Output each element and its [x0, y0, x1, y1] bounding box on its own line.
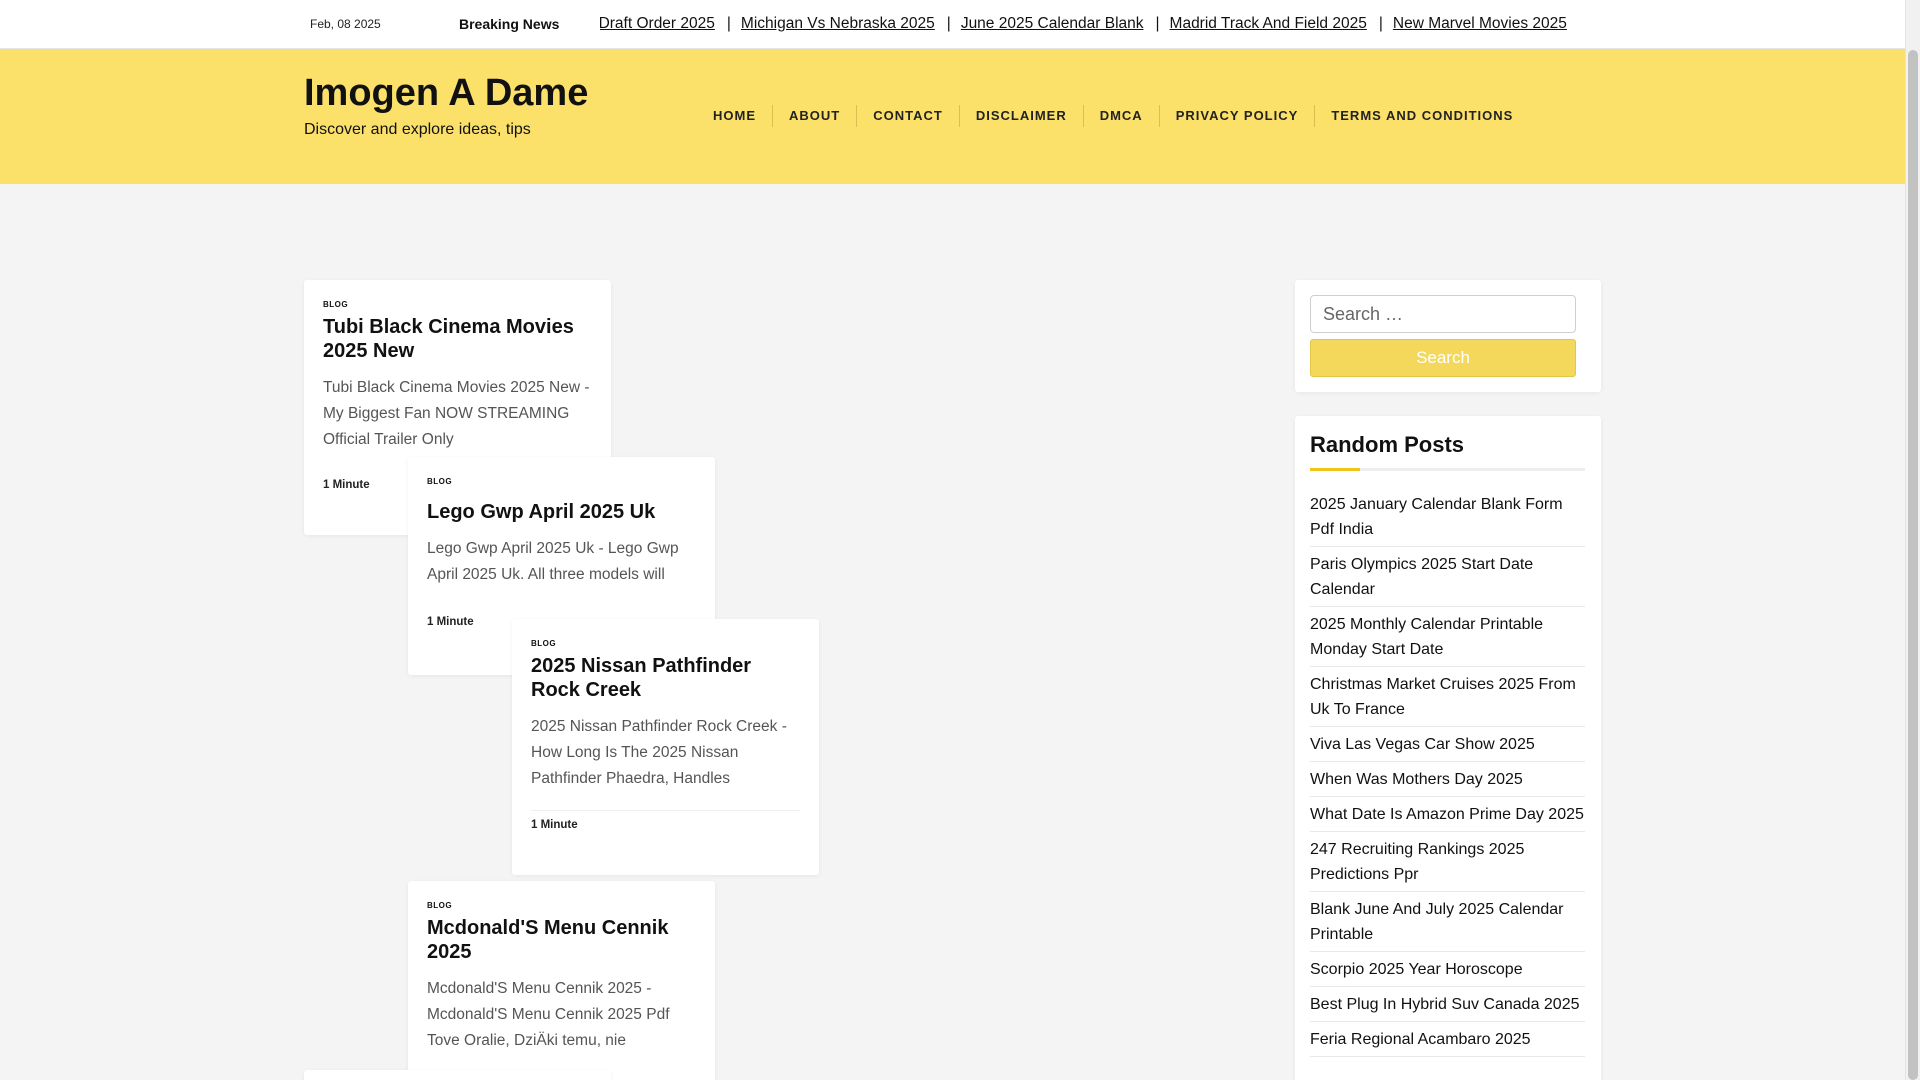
- nav-contact[interactable]: CONTACT: [857, 105, 960, 127]
- post-category[interactable]: BLOG: [323, 300, 592, 309]
- current-date: Feb, 08 2025: [310, 17, 381, 31]
- random-posts-widget: Random Posts 2025 January Calendar Blank…: [1295, 416, 1601, 1080]
- ticker-link[interactable]: Madrid Track And Field 2025: [1170, 15, 1367, 32]
- post-title[interactable]: Tubi Black Cinema Movies 2025 New: [323, 315, 592, 363]
- post-category[interactable]: BLOG: [427, 901, 696, 910]
- breaking-news-label: Breaking News: [459, 16, 560, 32]
- random-post-link[interactable]: Scorpio 2025 Year Horoscope: [1310, 956, 1585, 987]
- random-post-link[interactable]: 247 Recruiting Rankings 2025 Predictions…: [1310, 836, 1585, 892]
- top-bar: Feb, 08 2025 Breaking News 2025 Projecte…: [0, 0, 1905, 49]
- post-excerpt: Lego Gwp April 2025 Uk - Lego Gwp April …: [427, 540, 679, 583]
- nav-terms[interactable]: TERMS AND CONDITIONS: [1315, 105, 1529, 127]
- post-card: BLOG Mcdonald'S Menu Cennik 2025 Mcdonal…: [408, 881, 715, 1080]
- random-post-link[interactable]: Feria Regional Acambaro 2025: [1310, 1026, 1585, 1057]
- main-nav: HOME ABOUT CONTACT DISCLAIMER DMCA PRIVA…: [697, 105, 1529, 127]
- scrollbar-thumb[interactable]: [1908, 50, 1918, 1080]
- search-button[interactable]: Search: [1310, 339, 1576, 377]
- random-post-link[interactable]: Christmas Market Cruises 2025 From Uk To…: [1310, 671, 1585, 727]
- post-excerpt: Mcdonald'S Menu Cennik 2025 - Mcdonald'S…: [427, 980, 670, 1049]
- post-card-partial: [304, 1070, 611, 1080]
- site-header: Imogen A Dame Discover and explore ideas…: [0, 49, 1905, 184]
- post-title[interactable]: Lego Gwp April 2025 Uk: [427, 500, 696, 524]
- post-excerpt: Tubi Black Cinema Movies 2025 New - My B…: [323, 379, 590, 448]
- random-post-link[interactable]: What Date Is Amazon Prime Day 2025: [1310, 801, 1585, 832]
- ticker-link[interactable]: June 2025 Calendar Blank: [961, 15, 1144, 32]
- widget-title: Random Posts: [1310, 432, 1465, 457]
- random-post-link[interactable]: Paris Olympics 2025 Start Date Calendar: [1310, 551, 1585, 607]
- nav-dmca[interactable]: DMCA: [1084, 105, 1160, 127]
- post-title[interactable]: Mcdonald'S Menu Cennik 2025: [427, 916, 696, 964]
- nav-home[interactable]: HOME: [697, 105, 773, 127]
- ticker-link[interactable]: 2025 Projected Draft Order 2025: [600, 15, 715, 32]
- site-description: Discover and explore ideas, tips: [304, 121, 531, 138]
- post-excerpt: 2025 Nissan Pathfinder Rock Creek - How …: [531, 718, 787, 787]
- ticker-link[interactable]: New Marvel Movies 2025: [1393, 15, 1567, 32]
- post-title[interactable]: 2025 Nissan Pathfinder Rock Creek: [531, 654, 800, 702]
- nav-about[interactable]: ABOUT: [773, 105, 858, 127]
- random-post-link[interactable]: Best Plug In Hybrid Suv Canada 2025: [1310, 991, 1585, 1022]
- random-post-link[interactable]: 2025 Monthly Calendar Printable Monday S…: [1310, 611, 1585, 667]
- site-title[interactable]: Imogen A Dame: [304, 72, 588, 115]
- random-posts-list: 2025 January Calendar Blank Form Pdf Ind…: [1310, 491, 1585, 1061]
- post-read-time: 1 Minute: [531, 819, 578, 831]
- post-category[interactable]: BLOG: [531, 639, 800, 648]
- random-post-link[interactable]: When Was Mothers Day 2025: [1310, 766, 1585, 797]
- random-post-link[interactable]: Viva Las Vegas Car Show 2025: [1310, 731, 1585, 762]
- random-post-link[interactable]: 2025 January Calendar Blank Form Pdf Ind…: [1310, 491, 1585, 547]
- random-post-link[interactable]: Blank June And July 2025 Calendar Printa…: [1310, 896, 1585, 952]
- post-card: BLOG 2025 Nissan Pathfinder Rock Creek 2…: [512, 619, 819, 875]
- search-widget: Search … Search: [1295, 280, 1601, 392]
- nav-disclaimer[interactable]: DISCLAIMER: [960, 105, 1084, 127]
- post-category[interactable]: BLOG: [427, 477, 696, 486]
- widget-title-underline: [1310, 468, 1585, 471]
- nav-privacy-policy[interactable]: PRIVACY POLICY: [1160, 105, 1316, 127]
- search-input[interactable]: Search …: [1310, 295, 1576, 333]
- breaking-news-ticker: 2025 Projected Draft Order 2025|Michigan…: [600, 13, 1602, 37]
- page-scrollbar[interactable]: [1905, 0, 1920, 1080]
- ticker-link[interactable]: Michigan Vs Nebraska 2025: [741, 15, 935, 32]
